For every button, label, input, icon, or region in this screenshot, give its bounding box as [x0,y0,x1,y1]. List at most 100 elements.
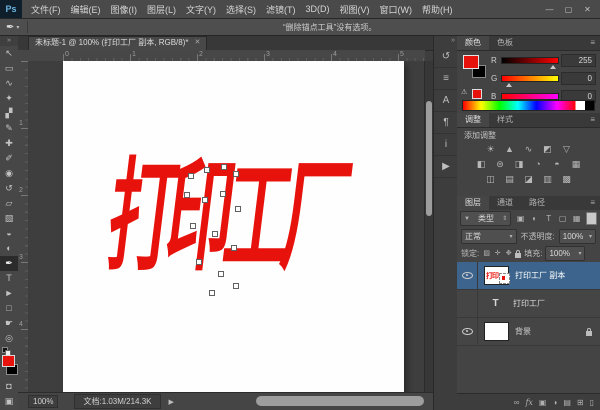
dodge-tool[interactable]: ◐ [0,241,18,256]
tab-styles[interactable]: 样式 [489,113,521,127]
healing-brush-tool[interactable]: ✚ [0,136,18,151]
new-layer-icon[interactable]: ⊞ [577,398,584,407]
path-anchor-point[interactable] [204,167,210,173]
photo-filter-icon[interactable]: ◔ [530,158,546,171]
slider-thumb-icon[interactable] [550,65,556,69]
path-anchor-point[interactable] [218,271,224,277]
eraser-tool[interactable]: ▱ [0,196,18,211]
brush-tool[interactable]: ✐ [0,151,18,166]
path-anchor-point[interactable] [202,197,208,203]
levels-icon[interactable]: ▲ [502,143,518,156]
filter-smart-objects-icon[interactable]: ▦ [570,212,583,225]
layer-row[interactable]: T打印工厂 [457,290,600,318]
path-anchor-point[interactable] [231,245,237,251]
layer-row[interactable]: 打印打印工厂 副本 [457,262,600,290]
tab-layers[interactable]: 图层 [457,196,489,210]
lock-pixels-icon[interactable]: ✛ [493,248,502,259]
menu-item-0[interactable]: 文件(F) [26,3,66,16]
canvas[interactable]: 打印工厂 [63,61,404,393]
clone-stamp-tool[interactable]: ◉ [0,166,18,181]
tab-adjustments[interactable]: 调整 [457,113,489,127]
filter-type-select[interactable]: ▼ 类型 ⇕ [460,211,511,226]
path-anchor-point[interactable] [190,223,196,229]
filter-adjustment-layers-icon[interactable]: ◐ [528,212,541,225]
layer-style-icon[interactable]: fx [525,398,532,407]
pen-tool[interactable]: ✒ [0,256,18,271]
new-group-icon[interactable]: ▤ [563,398,571,407]
lock-transparency-icon[interactable]: ▨ [482,248,491,259]
menu-item-2[interactable]: 图像(I) [106,3,143,16]
tab-swatches[interactable]: 色板 [489,36,521,50]
add-layer-mask-icon[interactable]: ▣ [539,398,547,407]
eyedropper-tool[interactable]: ✎ [0,121,18,136]
layer-filter-toggle[interactable] [586,212,597,225]
filter-shape-layers-icon[interactable]: ▢ [556,212,569,225]
channel-slider[interactable] [501,57,559,64]
lock-position-icon[interactable]: ✥ [504,248,513,259]
menu-item-7[interactable]: 3D(D) [301,4,335,14]
move-tool[interactable]: ↖ [0,46,18,61]
path-selection-tool[interactable]: ► [0,286,18,301]
invert-icon[interactable]: ◫ [483,173,499,186]
path-anchor-point[interactable] [233,171,239,177]
actions-panel-icon[interactable]: ▶ [434,156,458,178]
default-colors-icon[interactable] [2,347,10,354]
tab-color[interactable]: 颜色 [457,36,489,50]
document-tab[interactable]: 未标题-1 @ 100% (打印工厂 副本, RGB/8)* ✕ [28,36,207,50]
character-panel-icon[interactable]: A [434,90,458,112]
black-white-icon[interactable]: ◨ [511,158,527,171]
link-layers-icon[interactable]: ∞ [514,398,520,407]
info-panel-icon[interactable]: i [434,134,458,156]
path-anchor-point[interactable] [188,173,194,179]
path-anchor-point[interactable] [212,231,218,237]
panel-foreground-swatch[interactable] [463,55,479,69]
vibrance-icon[interactable]: ▽ [559,143,575,156]
path-anchor-point[interactable] [221,164,227,170]
dock-expand-button[interactable]: » [434,36,458,46]
gradient-tool[interactable]: ▧ [0,211,18,226]
blend-mode-select[interactable]: 正常 ▾ [461,229,517,244]
hue-saturation-icon[interactable]: ◧ [473,158,489,171]
channel-mixer-icon[interactable]: ◓ [549,158,565,171]
path-anchor-point[interactable] [196,259,202,265]
opacity-select[interactable]: 100% ▾ [559,229,596,244]
selective-color-icon[interactable]: ▩ [559,173,575,186]
menu-item-8[interactable]: 视图(V) [335,3,375,16]
tab-close-icon[interactable]: ✕ [194,37,200,50]
screen-mode-button[interactable]: ▣ [0,394,18,409]
filter-type-layers-icon[interactable]: T [542,212,555,225]
rectangular-marquee-tool[interactable]: ▭ [0,61,18,76]
color-balance-icon[interactable]: ⊜ [492,158,508,171]
gamut-color-swatch[interactable] [472,89,482,99]
status-menu-arrow-icon[interactable]: ▶ [169,398,174,406]
channel-value[interactable]: 0 [561,72,596,85]
zoom-tool[interactable]: ◎ [0,331,18,346]
channel-slider[interactable] [501,75,559,82]
layer-visibility-toggle[interactable] [457,262,478,289]
path-anchor-point[interactable] [235,206,241,212]
exposure-icon[interactable]: ◩ [540,143,556,156]
menu-item-10[interactable]: 帮助(H) [417,3,458,16]
delete-layer-icon[interactable]: ▯ [590,398,594,407]
horizontal-scrollbar-thumb[interactable] [256,396,424,406]
posterize-icon[interactable]: ▤ [502,173,518,186]
slider-thumb-icon[interactable] [506,83,512,87]
color-spectrum-ramp[interactable] [462,100,595,111]
lock-all-icon[interactable] [515,253,521,258]
vertical-scrollbar-thumb[interactable] [426,101,432,216]
menu-item-3[interactable]: 图层(L) [142,3,181,16]
brightness-contrast-icon[interactable]: ☀ [483,143,499,156]
zoom-level-field[interactable]: 100% [28,395,58,408]
quick-mask-mode-button[interactable]: ◘ [0,379,18,394]
gamut-warning-icon[interactable]: ⚠ [461,88,467,96]
close-button[interactable]: ✕ [581,5,594,14]
filter-pixel-layers-icon[interactable]: ▣ [514,212,527,225]
fill-select[interactable]: 100% ▾ [545,246,585,261]
path-anchor-point[interactable] [209,290,215,296]
path-anchor-point[interactable] [220,191,226,197]
shape-tool[interactable]: □ [0,301,18,316]
new-adjustment-layer-icon[interactable]: ◑ [552,398,557,407]
menu-item-6[interactable]: 滤镜(T) [261,3,301,16]
threshold-icon[interactable]: ◪ [521,173,537,186]
blur-tool[interactable]: ◒ [0,226,18,241]
